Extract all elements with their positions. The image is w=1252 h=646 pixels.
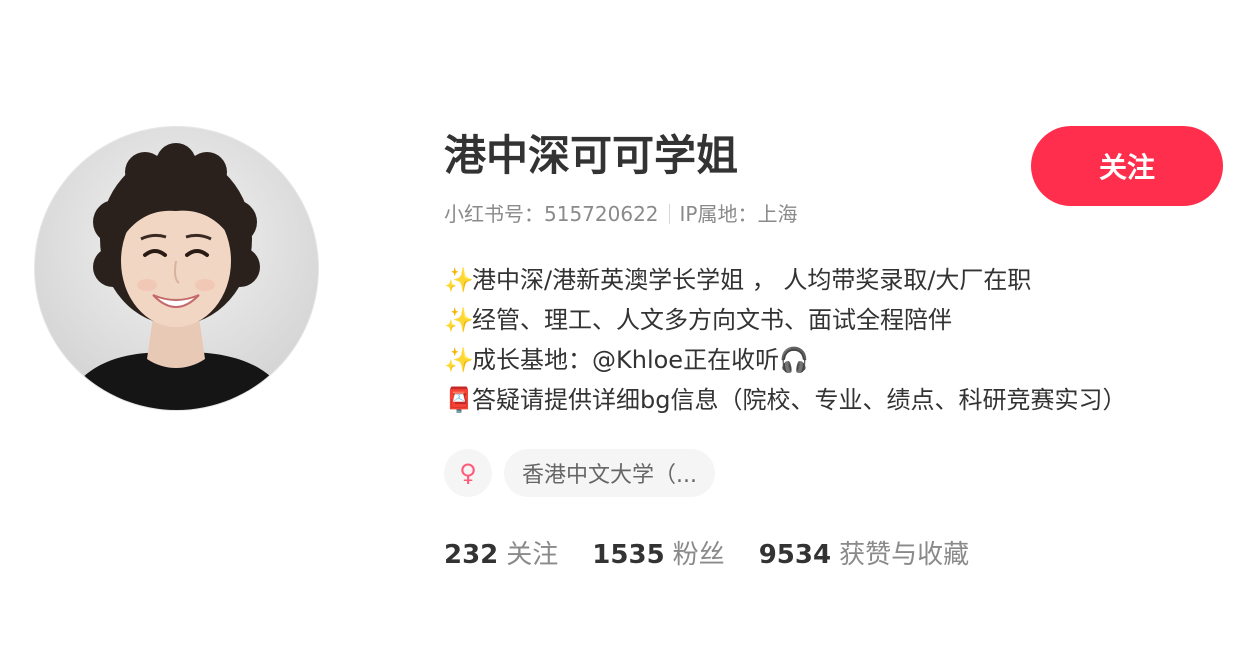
bio-line: 📮答疑请提供详细bg信息（院校、专业、绩点、科研竞赛实习） xyxy=(444,380,1244,420)
profile-name: 港中深可可学姐 xyxy=(444,131,739,180)
female-icon: ♀ xyxy=(459,459,477,487)
stat-label: 获赞与收藏 xyxy=(839,540,970,570)
stat-value: 9534 xyxy=(758,540,832,570)
bio-text: 经管、理工、人文多方向文书、面试全程陪伴 xyxy=(472,306,952,334)
ip-location-label: IP属地： xyxy=(679,202,758,226)
bio-line: ✨成长基地：@Khloe正在收听🎧 xyxy=(444,340,1244,380)
profile-meta: 小红书号： 515720622 IP属地： 上海 xyxy=(444,199,798,229)
ip-location-value: 上海 xyxy=(757,202,798,226)
sparkles-icon: ✨ xyxy=(444,346,474,374)
bio-text: 成长基地：@Khloe正在收听 xyxy=(472,346,780,374)
sparkles-icon: ✨ xyxy=(444,266,474,294)
stat-value: 1535 xyxy=(592,540,665,570)
stat-likes-collections[interactable]: 9534 获赞与收藏 xyxy=(759,535,969,575)
account-id-value: 515720622 xyxy=(544,202,659,226)
gender-tag: ♀ xyxy=(444,449,492,497)
avatar-photo xyxy=(35,127,318,410)
stat-value: 232 xyxy=(444,540,499,570)
headphones-icon: 🎧 xyxy=(779,346,809,374)
sparkles-icon: ✨ xyxy=(444,306,474,334)
profile-tags: ♀ 香港中文大学（... xyxy=(444,449,715,497)
follow-button[interactable]: 关注 xyxy=(1031,126,1223,206)
bio-text: 答疑请提供详细bg信息（院校、专业、绩点、科研竞赛实习） xyxy=(472,386,1127,414)
stat-followers[interactable]: 1535 粉丝 xyxy=(592,535,724,575)
avatar[interactable] xyxy=(35,127,318,410)
school-tag[interactable]: 香港中文大学（... xyxy=(504,449,715,497)
stat-label: 粉丝 xyxy=(672,540,725,570)
bio-line: ✨经管、理工、人文多方向文书、面试全程陪伴 xyxy=(444,300,1244,340)
profile-stats: 232 关注 1535 粉丝 9534 获赞与收藏 xyxy=(444,535,969,575)
bio-text: 港中深/港新英澳学长学姐 ， 人均带奖录取/大厂在职 xyxy=(472,266,1032,294)
profile-bio: ✨港中深/港新英澳学长学姐 ， 人均带奖录取/大厂在职 ✨经管、理工、人文多方向… xyxy=(444,260,1244,420)
stat-following[interactable]: 232 关注 xyxy=(444,535,558,575)
meta-divider xyxy=(668,204,670,224)
account-id-label: 小红书号： xyxy=(444,202,544,226)
mailbox-icon: 📮 xyxy=(444,386,474,414)
bio-line: ✨港中深/港新英澳学长学姐 ， 人均带奖录取/大厂在职 xyxy=(444,260,1244,300)
stat-label: 关注 xyxy=(506,540,559,570)
